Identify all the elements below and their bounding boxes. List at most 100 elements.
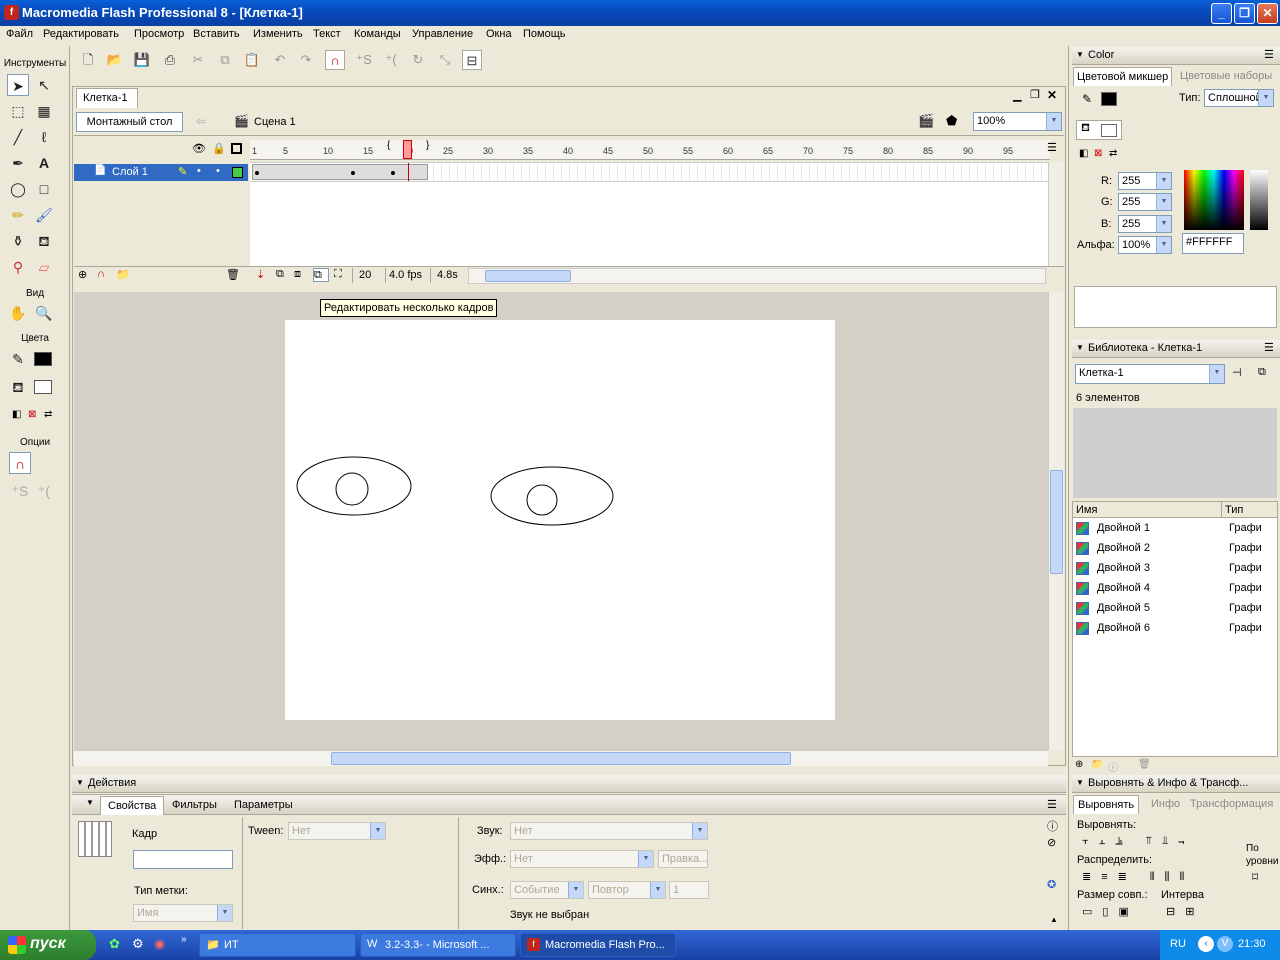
tab-filters[interactable]: Фильтры <box>172 799 217 811</box>
close-button[interactable]: ✕ <box>1257 3 1278 24</box>
hex-input[interactable]: #FFFFFF <box>1182 233 1244 254</box>
accessibility-icon[interactable]: ✪ <box>1047 878 1056 891</box>
keyframe-dot[interactable] <box>255 171 259 175</box>
delete-icon[interactable]: 🗑 <box>1138 759 1151 770</box>
new-library-icon[interactable]: ⧉ <box>1258 366 1266 379</box>
lock-icon[interactable]: 🔒 <box>212 142 226 155</box>
column-name[interactable]: Имя <box>1076 504 1097 516</box>
fill-color-swatch[interactable] <box>34 380 52 394</box>
alpha-input[interactable]: 100% ▼ <box>1118 236 1172 254</box>
gradient-transform-icon[interactable]: ▦ <box>33 100 55 122</box>
lock-dot-icon[interactable]: • <box>216 165 220 177</box>
paste-icon[interactable]: 📋 <box>242 50 262 70</box>
stroke-color-icon[interactable]: ✎ <box>7 348 29 370</box>
menu-insert[interactable]: Вставить <box>193 28 240 40</box>
menu-edit[interactable]: Редактировать <box>43 28 119 40</box>
doc-minimize-icon[interactable]: ▁ <box>1013 89 1021 102</box>
line-icon[interactable]: ╱ <box>7 126 29 148</box>
library-panel-header[interactable]: Библиотека - Клетка-1 <box>1072 340 1280 358</box>
pen-icon[interactable]: ✒ <box>7 152 29 174</box>
modify-markers-icon[interactable]: ⛶ <box>334 268 342 281</box>
trash-icon[interactable]: 🗑 <box>226 268 240 281</box>
frame-label-input[interactable] <box>133 850 233 869</box>
color-spectrum[interactable] <box>1184 170 1244 230</box>
library-item[interactable]: Двойной 2 Графи <box>1073 539 1263 559</box>
panel-menu-icon[interactable]: ☰ <box>1264 48 1274 61</box>
cut-icon[interactable]: ✂ <box>188 50 208 70</box>
timeline-ruler[interactable]: 1 5 10 15 20 25 30 35 40 45 50 55 60 65 … <box>250 140 1050 160</box>
quicklaunch-more-icon[interactable]: » <box>181 934 187 945</box>
pencil-icon[interactable]: ✏ <box>7 204 29 226</box>
brightness-slider[interactable] <box>1250 170 1268 230</box>
fill-swatch[interactable] <box>1101 124 1117 137</box>
hand-icon[interactable]: ✋ <box>7 302 29 324</box>
task-folder[interactable]: 📁 ИТ <box>199 933 356 957</box>
selection-arrow-icon[interactable]: ➤ <box>7 74 29 96</box>
library-item[interactable]: Двойной 4 Графи <box>1073 579 1263 599</box>
tray-back-icon[interactable]: ‹ <box>1198 936 1214 952</box>
stage-toggle-button[interactable]: Монтажный стол <box>76 112 183 132</box>
ink-bottle-icon[interactable]: ⚱ <box>7 230 29 252</box>
properties-menu-icon[interactable]: ☰ <box>1047 798 1057 811</box>
align-buttons[interactable]: ⫟⫠⫡ ⫪⫫⫬ <box>1082 835 1195 848</box>
pin-library-icon[interactable]: ⊣ <box>1232 366 1242 379</box>
menu-view[interactable]: Просмотр <box>134 28 184 40</box>
align-panel-header[interactable]: Выровнять & Инфо & Трансф... <box>1072 775 1280 793</box>
sound-select[interactable]: Нет ▼ <box>510 822 708 840</box>
document-tab[interactable]: Клетка-1 <box>76 88 138 108</box>
open-folder-icon[interactable]: 📂 <box>105 50 125 70</box>
no-color-icon[interactable]: ⊠ <box>28 409 36 420</box>
snap-magnet-option-icon[interactable]: ∩ <box>9 452 31 474</box>
color-panel-header[interactable]: Color <box>1072 47 1280 65</box>
rectangle-icon[interactable]: □ <box>33 178 55 200</box>
layer-row[interactable]: 📄 Слой 1 ✎ • • <box>74 164 248 181</box>
to-stage-button[interactable]: ⌑ <box>1252 870 1258 884</box>
distribute-buttons[interactable]: ≣≡≣ ⫴⫼⫴ <box>1082 870 1194 884</box>
quicklaunch-icon-3[interactable]: ◉ <box>154 936 165 952</box>
undo-icon[interactable]: ↶ <box>270 50 290 70</box>
zoom-select[interactable]: 100% ▼ <box>973 112 1062 131</box>
menu-help[interactable]: Помощь <box>523 28 566 40</box>
center-frame-icon[interactable]: ⇣ <box>256 268 265 281</box>
label-type-select[interactable]: Имя ▼ <box>133 904 233 922</box>
r-input[interactable]: 255 ▼ <box>1118 172 1172 190</box>
stage-hscroll[interactable] <box>74 750 1048 766</box>
add-guide-icon[interactable]: ∩ <box>97 268 105 280</box>
playhead[interactable] <box>403 140 412 159</box>
add-layer-icon[interactable]: ⊕ <box>78 268 87 281</box>
tray-app-icon[interactable]: V <box>1217 936 1233 952</box>
menu-text[interactable]: Текст <box>313 28 341 40</box>
tween-select[interactable]: Нет ▼ <box>288 822 386 840</box>
column-type[interactable]: Тип <box>1225 504 1243 516</box>
smooth-icon[interactable]: ⁺S <box>354 50 374 70</box>
default-colors-icon[interactable]: ◧ <box>1079 148 1088 159</box>
g-input[interactable]: 255 ▼ <box>1118 193 1172 211</box>
minimize-button[interactable]: _ <box>1211 3 1232 24</box>
keyframe-span[interactable] <box>252 164 428 180</box>
menu-control[interactable]: Управление <box>412 28 473 40</box>
tab-properties[interactable]: Свойства <box>100 796 165 815</box>
stage-vscroll[interactable] <box>1048 292 1064 750</box>
menu-window[interactable]: Окна <box>486 28 512 40</box>
stroke-color-swatch[interactable] <box>34 352 52 366</box>
subselection-icon[interactable]: ↖ <box>33 74 55 96</box>
hscroll-thumb[interactable] <box>485 270 571 282</box>
menu-modify[interactable]: Изменить <box>253 28 303 40</box>
spacing-buttons[interactable]: ⊟⊞ <box>1166 905 1204 918</box>
library-item[interactable]: Двойной 1 Графи <box>1073 519 1263 539</box>
tab-color-mixer[interactable]: Цветовой микшер <box>1073 67 1173 86</box>
help-icon[interactable]: ⓘ <box>1047 818 1058 834</box>
tab-parameters[interactable]: Параметры <box>234 799 293 811</box>
outline-color-icon[interactable] <box>232 167 243 178</box>
straighten-icon[interactable]: ⁺( <box>381 50 401 70</box>
edit-multiple-frames-icon[interactable]: ⧉ <box>313 268 329 282</box>
new-file-icon[interactable]: 🗋 <box>78 50 98 70</box>
repeat-count-input[interactable]: 1 <box>669 881 709 899</box>
visible-dot-icon[interactable]: • <box>197 165 201 177</box>
align-panel-icon[interactable]: ⊟ <box>462 50 482 70</box>
quicklaunch-icon-1[interactable]: ✿ <box>109 936 120 952</box>
smooth-option-icon[interactable]: ⁺S <box>9 480 31 502</box>
paint-bucket-icon[interactable]: ⛾ <box>33 230 55 252</box>
tab-color-swatches[interactable]: Цветовые наборы <box>1180 70 1272 82</box>
new-folder-icon[interactable]: 📁 <box>1091 759 1103 770</box>
